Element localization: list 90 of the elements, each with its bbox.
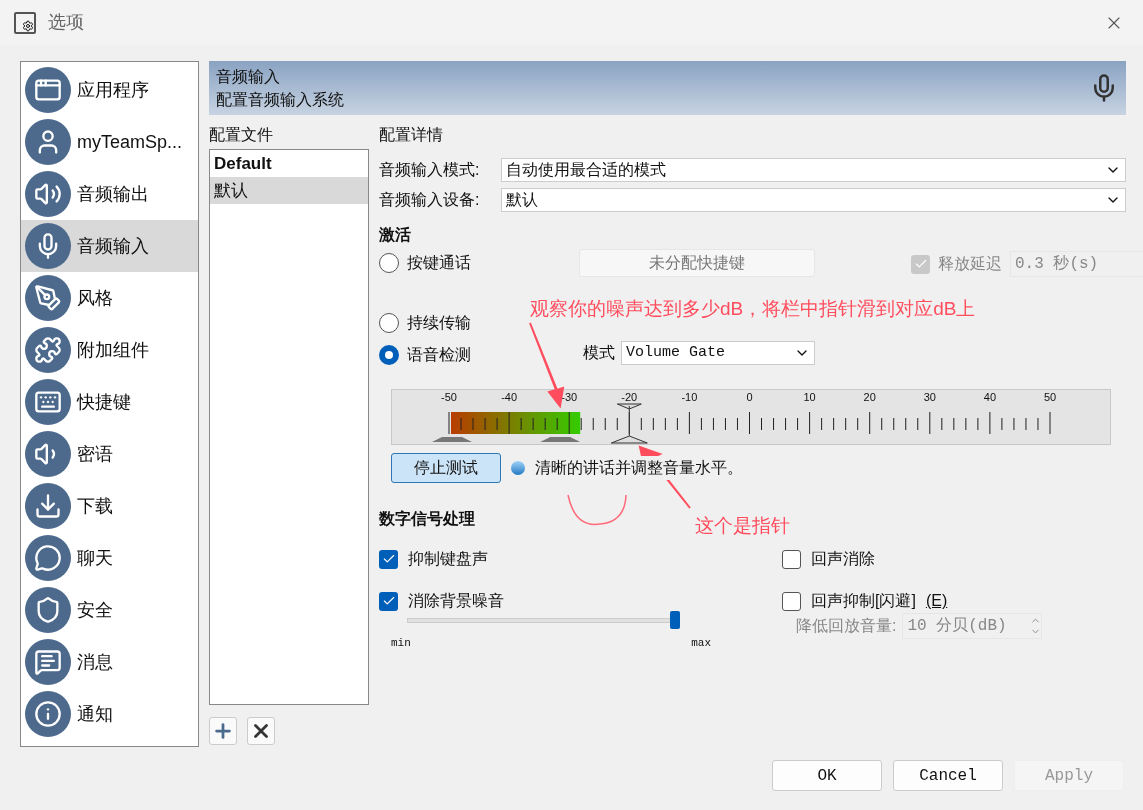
annotation-text: 观察你的噪声达到多少dB，将栏中指针滑到对应dB上	[530, 297, 976, 321]
dialog-button[interactable]: OK	[772, 760, 882, 791]
plus-icon	[212, 720, 234, 742]
checkbox[interactable]	[782, 549, 801, 569]
checkbox-label: 释放延迟	[938, 254, 1002, 274]
slider-max-label: max	[691, 636, 711, 651]
checkbox-label: 抑制键盘声	[408, 549, 488, 569]
radio-button[interactable]	[379, 345, 399, 365]
chat-icon	[25, 535, 71, 581]
section-heading: 数字信号处理	[379, 509, 475, 529]
sidebar-item[interactable]: 安全	[21, 584, 198, 636]
puzzle-icon	[25, 327, 71, 373]
scale-label: 50	[1043, 391, 1057, 403]
sidebar-item[interactable]: 快捷键	[21, 376, 198, 428]
field-label: 音频输入设备:	[379, 190, 481, 210]
message-icon	[25, 639, 71, 685]
radio-button[interactable]	[379, 253, 399, 273]
radio-label: 语音检测	[407, 345, 471, 365]
section-heading: 配置文件	[209, 125, 273, 145]
sidebar-item[interactable]: 通知	[21, 688, 198, 740]
scale-label: 10	[803, 391, 816, 403]
speaker-icon	[25, 431, 71, 477]
sidebar-item[interactable]: 音频输入	[21, 220, 198, 272]
peak-marker	[540, 437, 581, 442]
sidebar-item[interactable]: 应用程序	[21, 64, 198, 116]
header-title: 音频输入	[216, 67, 281, 87]
scale-label: 20	[863, 391, 876, 403]
slider-min-label: min	[391, 636, 411, 651]
pen-icon	[25, 275, 71, 321]
shield-icon	[25, 587, 71, 633]
scale-label: -30	[561, 391, 578, 403]
download-icon	[25, 483, 71, 529]
sidebar-item[interactable]: 密语	[21, 428, 198, 480]
checkbox-label: 回声抑制[闪避]	[811, 591, 916, 611]
checkbox[interactable]	[379, 549, 398, 569]
profile-item[interactable]: 默认	[210, 177, 368, 204]
sidebar-item[interactable]: myTeamSp...	[21, 116, 198, 168]
radio-label: 按键通话	[407, 253, 471, 273]
dialog-button[interactable]: Cancel	[893, 760, 1003, 791]
scale-label: 40	[983, 391, 997, 403]
remove-button[interactable]	[247, 717, 275, 745]
gear-icon	[22, 19, 34, 32]
dropdown[interactable]: 默认	[501, 188, 1126, 212]
field-label: 音频输入模式:	[379, 160, 481, 180]
stop-test-button[interactable]: 停止测试	[391, 453, 501, 483]
microphone-icon	[25, 223, 71, 269]
profile-item[interactable]: Default	[210, 150, 368, 177]
sidebar-item[interactable]: 风格	[21, 272, 198, 324]
user-icon	[25, 119, 71, 165]
peak-marker	[432, 437, 472, 442]
radio-label: 持续传输	[407, 313, 471, 333]
check-icon	[381, 552, 396, 566]
slider-thumb[interactable]	[669, 611, 680, 629]
speaker-icon	[25, 171, 71, 217]
checkbox[interactable]	[782, 591, 801, 611]
dropdown[interactable]: 自动使用最合适的模式	[501, 158, 1126, 182]
checkbox-label: 消除背景噪音	[408, 591, 504, 611]
info-icon	[25, 691, 71, 737]
mode-dropdown[interactable]: Volume Gate	[621, 341, 815, 365]
check-icon	[913, 257, 928, 271]
keyboard-icon	[25, 379, 71, 425]
threshold-pointer[interactable]	[610, 403, 648, 444]
scale-label: 0	[746, 391, 753, 403]
annotation-scribble	[567, 494, 627, 526]
scale-label: -20	[621, 391, 638, 403]
check-icon	[381, 594, 396, 608]
radio-button[interactable]	[379, 313, 399, 333]
field-label: 模式	[583, 343, 615, 363]
checkbox-label: 回声消除	[811, 549, 875, 569]
window-title: 选项	[48, 11, 84, 34]
noise-slider[interactable]	[407, 611, 679, 629]
sidebar-item[interactable]: 音频输出	[21, 168, 198, 220]
section-heading: 配置详情	[379, 125, 443, 145]
annotation-text: 这个是指针	[695, 514, 790, 538]
add-button[interactable]	[209, 717, 237, 745]
hotkey-button[interactable]: 未分配快捷键	[579, 249, 815, 277]
sidebar-item[interactable]: 下载	[21, 480, 198, 532]
sidebar-item[interactable]: 附加组件	[21, 324, 198, 376]
scale-label: -10	[681, 391, 698, 403]
sidebar-item[interactable]: 聊天	[21, 532, 198, 584]
app-icon	[25, 67, 71, 113]
field-label: 降低回放音量:	[796, 616, 897, 636]
scale-label: -50	[441, 391, 457, 403]
checkbox[interactable]	[379, 591, 398, 611]
sidebar-item[interactable]: 消息	[21, 636, 198, 688]
header-subtitle: 配置音频输入系统	[216, 90, 345, 110]
section-heading: 激活	[379, 225, 411, 245]
scale-label: 30	[923, 391, 936, 403]
shortcut-key: (E)	[925, 589, 948, 613]
scale-label: -40	[501, 391, 518, 403]
